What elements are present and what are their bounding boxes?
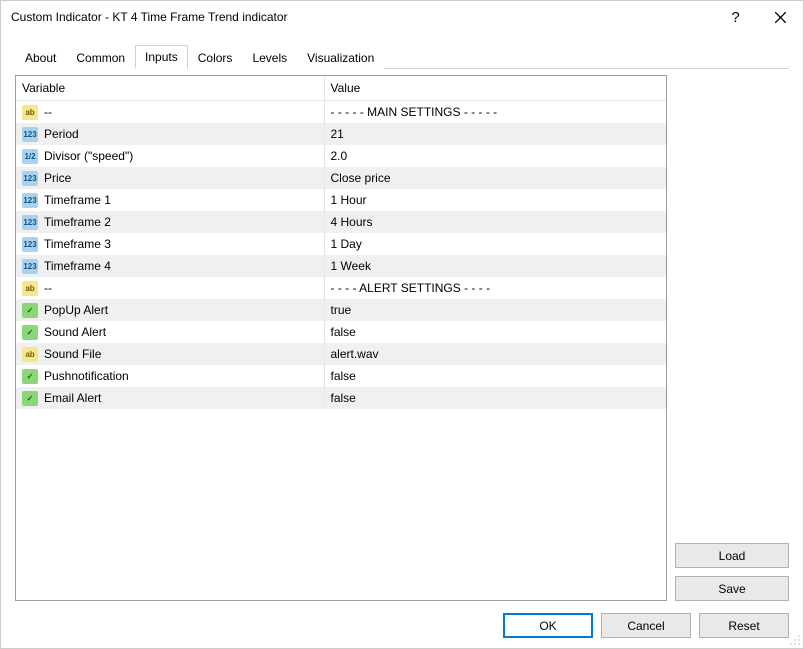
- variable-name: Email Alert: [44, 391, 101, 405]
- table-row[interactable]: 123 Timeframe 2 4 Hours: [16, 211, 666, 233]
- value-cell[interactable]: Close price: [324, 167, 666, 189]
- table-row[interactable]: 123 Period 21: [16, 123, 666, 145]
- variable-name: Sound Alert: [44, 325, 106, 339]
- resize-grip-icon[interactable]: [789, 634, 801, 646]
- value-cell[interactable]: 1 Hour: [324, 189, 666, 211]
- table-row[interactable]: 123 Timeframe 4 1 Week: [16, 255, 666, 277]
- tab-visualization[interactable]: Visualization: [297, 46, 384, 69]
- variable-cell: 1/2 Divisor ("speed"): [16, 145, 324, 167]
- variable-name: Pushnotification: [44, 369, 129, 383]
- variable-cell: 123 Timeframe 3: [16, 233, 324, 255]
- variable-cell: 123 Timeframe 4: [16, 255, 324, 277]
- variable-cell: 123 Period: [16, 123, 324, 145]
- table-row[interactable]: ✓ PopUp Alert true: [16, 299, 666, 321]
- value-cell[interactable]: - - - - - MAIN SETTINGS - - - - -: [324, 101, 666, 124]
- value-cell[interactable]: false: [324, 365, 666, 387]
- variable-name: Timeframe 3: [44, 237, 111, 251]
- table-row[interactable]: ab Sound File alert.wav: [16, 343, 666, 365]
- table-row[interactable]: ✓ Email Alert false: [16, 387, 666, 409]
- value-cell[interactable]: 1 Week: [324, 255, 666, 277]
- save-button[interactable]: Save: [675, 576, 789, 601]
- table-row[interactable]: 123 Price Close price: [16, 167, 666, 189]
- client-area: AboutCommonInputsColorsLevelsVisualizati…: [1, 33, 803, 648]
- load-button[interactable]: Load: [675, 543, 789, 568]
- type-icon: 1/2: [22, 149, 38, 164]
- variable-cell: 123 Price: [16, 167, 324, 189]
- col-header-value[interactable]: Value: [324, 76, 666, 101]
- type-icon: 123: [22, 215, 38, 230]
- value-cell[interactable]: 2.0: [324, 145, 666, 167]
- tab-levels[interactable]: Levels: [242, 46, 297, 69]
- type-icon: ab: [22, 105, 38, 120]
- variable-cell: ab --: [16, 277, 324, 299]
- table-row[interactable]: ab -- - - - - ALERT SETTINGS - - - -: [16, 277, 666, 299]
- inputs-table-wrap: Variable Value ab -- - - - - - MAIN SETTIN…: [15, 75, 667, 601]
- variable-cell: ✓ PopUp Alert: [16, 299, 324, 321]
- reset-button[interactable]: Reset: [699, 613, 789, 638]
- variable-cell: 123 Timeframe 2: [16, 211, 324, 233]
- variable-name: Timeframe 2: [44, 215, 111, 229]
- type-icon: 123: [22, 127, 38, 142]
- variable-name: Sound File: [44, 347, 101, 361]
- variable-name: Period: [44, 127, 79, 141]
- close-button[interactable]: [758, 2, 803, 32]
- variable-name: --: [44, 281, 52, 295]
- window-title: Custom Indicator - KT 4 Time Frame Trend…: [11, 10, 713, 24]
- variable-cell: ✓ Sound Alert: [16, 321, 324, 343]
- close-icon: [775, 12, 786, 23]
- variable-name: Price: [44, 171, 71, 185]
- type-icon: ✓: [22, 369, 38, 384]
- footer-buttons: OK Cancel Reset: [15, 601, 789, 638]
- table-row[interactable]: 123 Timeframe 1 1 Hour: [16, 189, 666, 211]
- type-icon: 123: [22, 259, 38, 274]
- type-icon: ab: [22, 281, 38, 296]
- ok-button[interactable]: OK: [503, 613, 593, 638]
- table-row[interactable]: ✓ Sound Alert false: [16, 321, 666, 343]
- variable-cell: ✓ Pushnotification: [16, 365, 324, 387]
- type-icon: ✓: [22, 303, 38, 318]
- dialog-window: Custom Indicator - KT 4 Time Frame Trend…: [0, 0, 804, 649]
- variable-name: Timeframe 4: [44, 259, 111, 273]
- variable-cell: 123 Timeframe 1: [16, 189, 324, 211]
- variable-cell: ab --: [16, 101, 324, 124]
- cancel-button[interactable]: Cancel: [601, 613, 691, 638]
- type-icon: ✓: [22, 391, 38, 406]
- value-cell[interactable]: 21: [324, 123, 666, 145]
- variable-name: Divisor ("speed"): [44, 149, 133, 163]
- value-cell[interactable]: true: [324, 299, 666, 321]
- type-icon: 123: [22, 193, 38, 208]
- value-cell[interactable]: - - - - ALERT SETTINGS - - - -: [324, 277, 666, 299]
- table-row[interactable]: ✓ Pushnotification false: [16, 365, 666, 387]
- titlebar: Custom Indicator - KT 4 Time Frame Trend…: [1, 1, 803, 33]
- type-icon: 123: [22, 171, 38, 186]
- variable-name: Timeframe 1: [44, 193, 111, 207]
- table-row[interactable]: 123 Timeframe 3 1 Day: [16, 233, 666, 255]
- value-cell[interactable]: false: [324, 387, 666, 409]
- tab-common[interactable]: Common: [66, 46, 135, 69]
- tab-about[interactable]: About: [15, 46, 66, 69]
- col-header-variable[interactable]: Variable: [16, 76, 324, 101]
- value-cell[interactable]: alert.wav: [324, 343, 666, 365]
- help-button[interactable]: ?: [713, 2, 758, 32]
- tab-page-inputs: Variable Value ab -- - - - - - MAIN SETTIN…: [15, 69, 789, 601]
- table-row[interactable]: ab -- - - - - - MAIN SETTINGS - - - - -: [16, 101, 666, 124]
- value-cell[interactable]: 1 Day: [324, 233, 666, 255]
- variable-name: --: [44, 105, 52, 119]
- inputs-table: Variable Value ab -- - - - - - MAIN SETTIN…: [16, 76, 666, 409]
- value-cell[interactable]: false: [324, 321, 666, 343]
- inputs-table-area: Variable Value ab -- - - - - - MAIN SETTIN…: [15, 75, 667, 601]
- tab-strip: AboutCommonInputsColorsLevelsVisualizati…: [15, 45, 789, 69]
- type-icon: ✓: [22, 325, 38, 340]
- tab-colors[interactable]: Colors: [188, 46, 243, 69]
- variable-name: PopUp Alert: [44, 303, 108, 317]
- type-icon: 123: [22, 237, 38, 252]
- tab-inputs[interactable]: Inputs: [135, 45, 188, 69]
- table-row[interactable]: 1/2 Divisor ("speed") 2.0: [16, 145, 666, 167]
- type-icon: ab: [22, 347, 38, 362]
- value-cell[interactable]: 4 Hours: [324, 211, 666, 233]
- side-buttons: Load Save: [675, 75, 789, 601]
- variable-cell: ✓ Email Alert: [16, 387, 324, 409]
- variable-cell: ab Sound File: [16, 343, 324, 365]
